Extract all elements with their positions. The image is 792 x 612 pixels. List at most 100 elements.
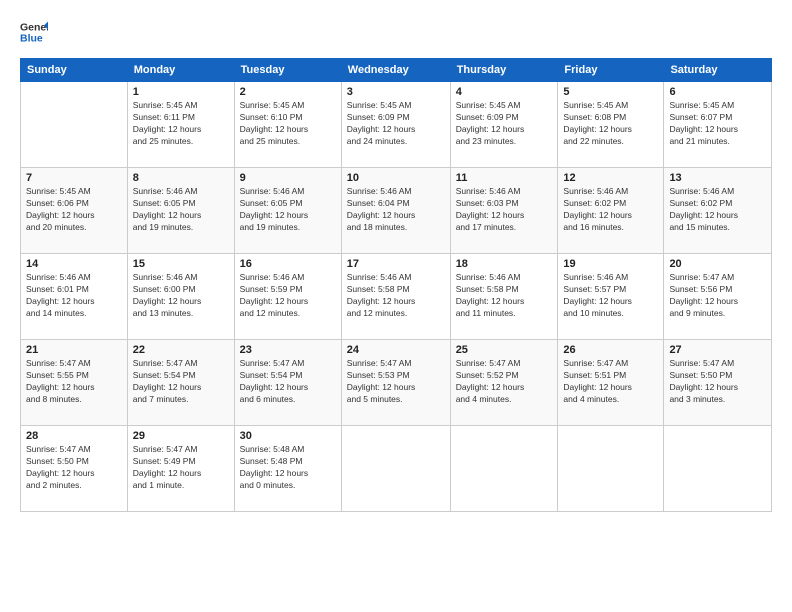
calendar-cell: 27Sunrise: 5:47 AM Sunset: 5:50 PM Dayli… — [664, 340, 772, 426]
day-info: Sunrise: 5:46 AM Sunset: 6:00 PM Dayligh… — [133, 272, 229, 320]
day-info: Sunrise: 5:46 AM Sunset: 6:04 PM Dayligh… — [347, 186, 445, 234]
day-number: 7 — [26, 172, 122, 184]
day-number: 22 — [133, 344, 229, 356]
calendar-cell: 29 Sunrise: 5:47 AM Sunset: 5:49 PM Dayli… — [127, 426, 234, 512]
week-row-1: 1 Sunrise: 5:45 AM Sunset: 6:11 PM Daylig… — [21, 82, 772, 168]
day-number: 27 — [669, 344, 766, 356]
calendar-cell: 5 Sunrise: 5:45 AM Sunset: 6:08 PM Daylig… — [558, 82, 664, 168]
day-number: 30 — [240, 430, 336, 442]
day-number: 10 — [347, 172, 445, 184]
calendar-cell: 28 Sunrise: 5:47 AM Sunset: 5:50 PM Dayli… — [21, 426, 128, 512]
calendar-cell: 2 Sunrise: 5:45 AM Sunset: 6:10 PM Daylig… — [234, 82, 341, 168]
day-number: 12 — [563, 172, 658, 184]
day-info: Sunrise: 5:47 AM Sunset: 5:50 PM Dayligh… — [26, 444, 122, 492]
logo-icon: General Blue — [20, 18, 48, 46]
calendar-cell: 9 Sunrise: 5:46 AM Sunset: 6:05 PM Daylig… — [234, 168, 341, 254]
calendar-table: SundayMondayTuesdayWednesdayThursdayFrid… — [20, 58, 772, 512]
day-number: 4 — [456, 86, 553, 98]
calendar-cell: 26Sunrise: 5:47 AM Sunset: 5:51 PM Dayli… — [558, 340, 664, 426]
logo: General Blue — [20, 18, 48, 46]
calendar-cell: 20 Sunrise: 5:47 AM Sunset: 5:56 PM Dayli… — [664, 254, 772, 340]
calendar-cell: 19Sunrise: 5:46 AM Sunset: 5:57 PM Dayli… — [558, 254, 664, 340]
calendar-cell — [21, 82, 128, 168]
day-number: 2 — [240, 86, 336, 98]
svg-text:Blue: Blue — [20, 33, 43, 45]
calendar-cell: 22 Sunrise: 5:47 AM Sunset: 5:54 PM Dayli… — [127, 340, 234, 426]
day-number: 28 — [26, 430, 122, 442]
day-number: 20 — [669, 258, 766, 270]
calendar-cell — [341, 426, 450, 512]
day-number: 11 — [456, 172, 553, 184]
calendar-cell: 12Sunrise: 5:46 AM Sunset: 6:02 PM Dayli… — [558, 168, 664, 254]
day-info: Sunrise: 5:45 AM Sunset: 6:09 PM Dayligh… — [347, 100, 445, 148]
day-info: Sunrise: 5:46 AM Sunset: 5:58 PM Dayligh… — [347, 272, 445, 320]
day-info: Sunrise: 5:45 AM Sunset: 6:09 PM Dayligh… — [456, 100, 553, 148]
day-info: Sunrise: 5:45 AM Sunset: 6:11 PM Dayligh… — [133, 100, 229, 148]
day-info: Sunrise: 5:47 AM Sunset: 5:53 PM Dayligh… — [347, 358, 445, 406]
day-number: 24 — [347, 344, 445, 356]
calendar-cell: 18 Sunrise: 5:46 AM Sunset: 5:58 PM Dayli… — [450, 254, 558, 340]
day-number: 14 — [26, 258, 122, 270]
day-info: Sunrise: 5:47 AM Sunset: 5:55 PM Dayligh… — [26, 358, 122, 406]
weekday-header-sunday: Sunday — [21, 59, 128, 82]
day-info: Sunrise: 5:47 AM Sunset: 5:54 PM Dayligh… — [240, 358, 336, 406]
day-info: Sunrise: 5:47 AM Sunset: 5:56 PM Dayligh… — [669, 272, 766, 320]
weekday-header-tuesday: Tuesday — [234, 59, 341, 82]
weekday-header-wednesday: Wednesday — [341, 59, 450, 82]
weekday-header-row: SundayMondayTuesdayWednesdayThursdayFrid… — [21, 59, 772, 82]
day-info: Sunrise: 5:45 AM Sunset: 6:06 PM Dayligh… — [26, 186, 122, 234]
calendar-cell: 30 Sunrise: 5:48 AM Sunset: 5:48 PM Dayli… — [234, 426, 341, 512]
day-number: 26 — [563, 344, 658, 356]
weekday-header-monday: Monday — [127, 59, 234, 82]
day-info: Sunrise: 5:46 AM Sunset: 5:59 PM Dayligh… — [240, 272, 336, 320]
day-number: 5 — [563, 86, 658, 98]
day-number: 1 — [133, 86, 229, 98]
day-info: Sunrise: 5:46 AM Sunset: 6:05 PM Dayligh… — [240, 186, 336, 234]
day-info: Sunrise: 5:46 AM Sunset: 6:02 PM Dayligh… — [669, 186, 766, 234]
calendar-cell: 4 Sunrise: 5:45 AM Sunset: 6:09 PM Daylig… — [450, 82, 558, 168]
day-number: 3 — [347, 86, 445, 98]
svg-text:General: General — [20, 21, 48, 33]
day-info: Sunrise: 5:47 AM Sunset: 5:54 PM Dayligh… — [133, 358, 229, 406]
day-number: 16 — [240, 258, 336, 270]
day-number: 18 — [456, 258, 553, 270]
day-number: 13 — [669, 172, 766, 184]
day-info: Sunrise: 5:47 AM Sunset: 5:49 PM Dayligh… — [133, 444, 229, 492]
week-row-5: 28 Sunrise: 5:47 AM Sunset: 5:50 PM Dayli… — [21, 426, 772, 512]
calendar-cell: 21 Sunrise: 5:47 AM Sunset: 5:55 PM Dayli… — [21, 340, 128, 426]
day-number: 25 — [456, 344, 553, 356]
calendar-cell: 3 Sunrise: 5:45 AM Sunset: 6:09 PM Daylig… — [341, 82, 450, 168]
day-number: 21 — [26, 344, 122, 356]
calendar-cell: 13 Sunrise: 5:46 AM Sunset: 6:02 PM Dayli… — [664, 168, 772, 254]
day-number: 6 — [669, 86, 766, 98]
day-info: Sunrise: 5:47 AM Sunset: 5:52 PM Dayligh… — [456, 358, 553, 406]
day-number: 9 — [240, 172, 336, 184]
day-info: Sunrise: 5:46 AM Sunset: 6:05 PM Dayligh… — [133, 186, 229, 234]
calendar-cell: 15Sunrise: 5:46 AM Sunset: 6:00 PM Dayli… — [127, 254, 234, 340]
day-info: Sunrise: 5:46 AM Sunset: 5:58 PM Dayligh… — [456, 272, 553, 320]
day-info: Sunrise: 5:45 AM Sunset: 6:08 PM Dayligh… — [563, 100, 658, 148]
day-info: Sunrise: 5:46 AM Sunset: 6:01 PM Dayligh… — [26, 272, 122, 320]
day-info: Sunrise: 5:45 AM Sunset: 6:10 PM Dayligh… — [240, 100, 336, 148]
week-row-4: 21 Sunrise: 5:47 AM Sunset: 5:55 PM Dayli… — [21, 340, 772, 426]
day-number: 23 — [240, 344, 336, 356]
weekday-header-saturday: Saturday — [664, 59, 772, 82]
calendar-cell — [450, 426, 558, 512]
calendar-cell: 16 Sunrise: 5:46 AM Sunset: 5:59 PM Dayli… — [234, 254, 341, 340]
weekday-header-friday: Friday — [558, 59, 664, 82]
day-info: Sunrise: 5:45 AM Sunset: 6:07 PM Dayligh… — [669, 100, 766, 148]
week-row-3: 14 Sunrise: 5:46 AM Sunset: 6:01 PM Dayli… — [21, 254, 772, 340]
calendar-cell — [664, 426, 772, 512]
page: General Blue SundayMondayTuesdayWednesda… — [0, 0, 792, 612]
calendar-cell: 11 Sunrise: 5:46 AM Sunset: 6:03 PM Dayli… — [450, 168, 558, 254]
day-info: Sunrise: 5:48 AM Sunset: 5:48 PM Dayligh… — [240, 444, 336, 492]
calendar-cell: 10 Sunrise: 5:46 AM Sunset: 6:04 PM Dayli… — [341, 168, 450, 254]
day-number: 29 — [133, 430, 229, 442]
day-number: 8 — [133, 172, 229, 184]
week-row-2: 7 Sunrise: 5:45 AM Sunset: 6:06 PM Daylig… — [21, 168, 772, 254]
day-info: Sunrise: 5:46 AM Sunset: 6:03 PM Dayligh… — [456, 186, 553, 234]
calendar-cell: 7 Sunrise: 5:45 AM Sunset: 6:06 PM Daylig… — [21, 168, 128, 254]
weekday-header-thursday: Thursday — [450, 59, 558, 82]
calendar-cell: 25 Sunrise: 5:47 AM Sunset: 5:52 PM Dayli… — [450, 340, 558, 426]
calendar-cell — [558, 426, 664, 512]
